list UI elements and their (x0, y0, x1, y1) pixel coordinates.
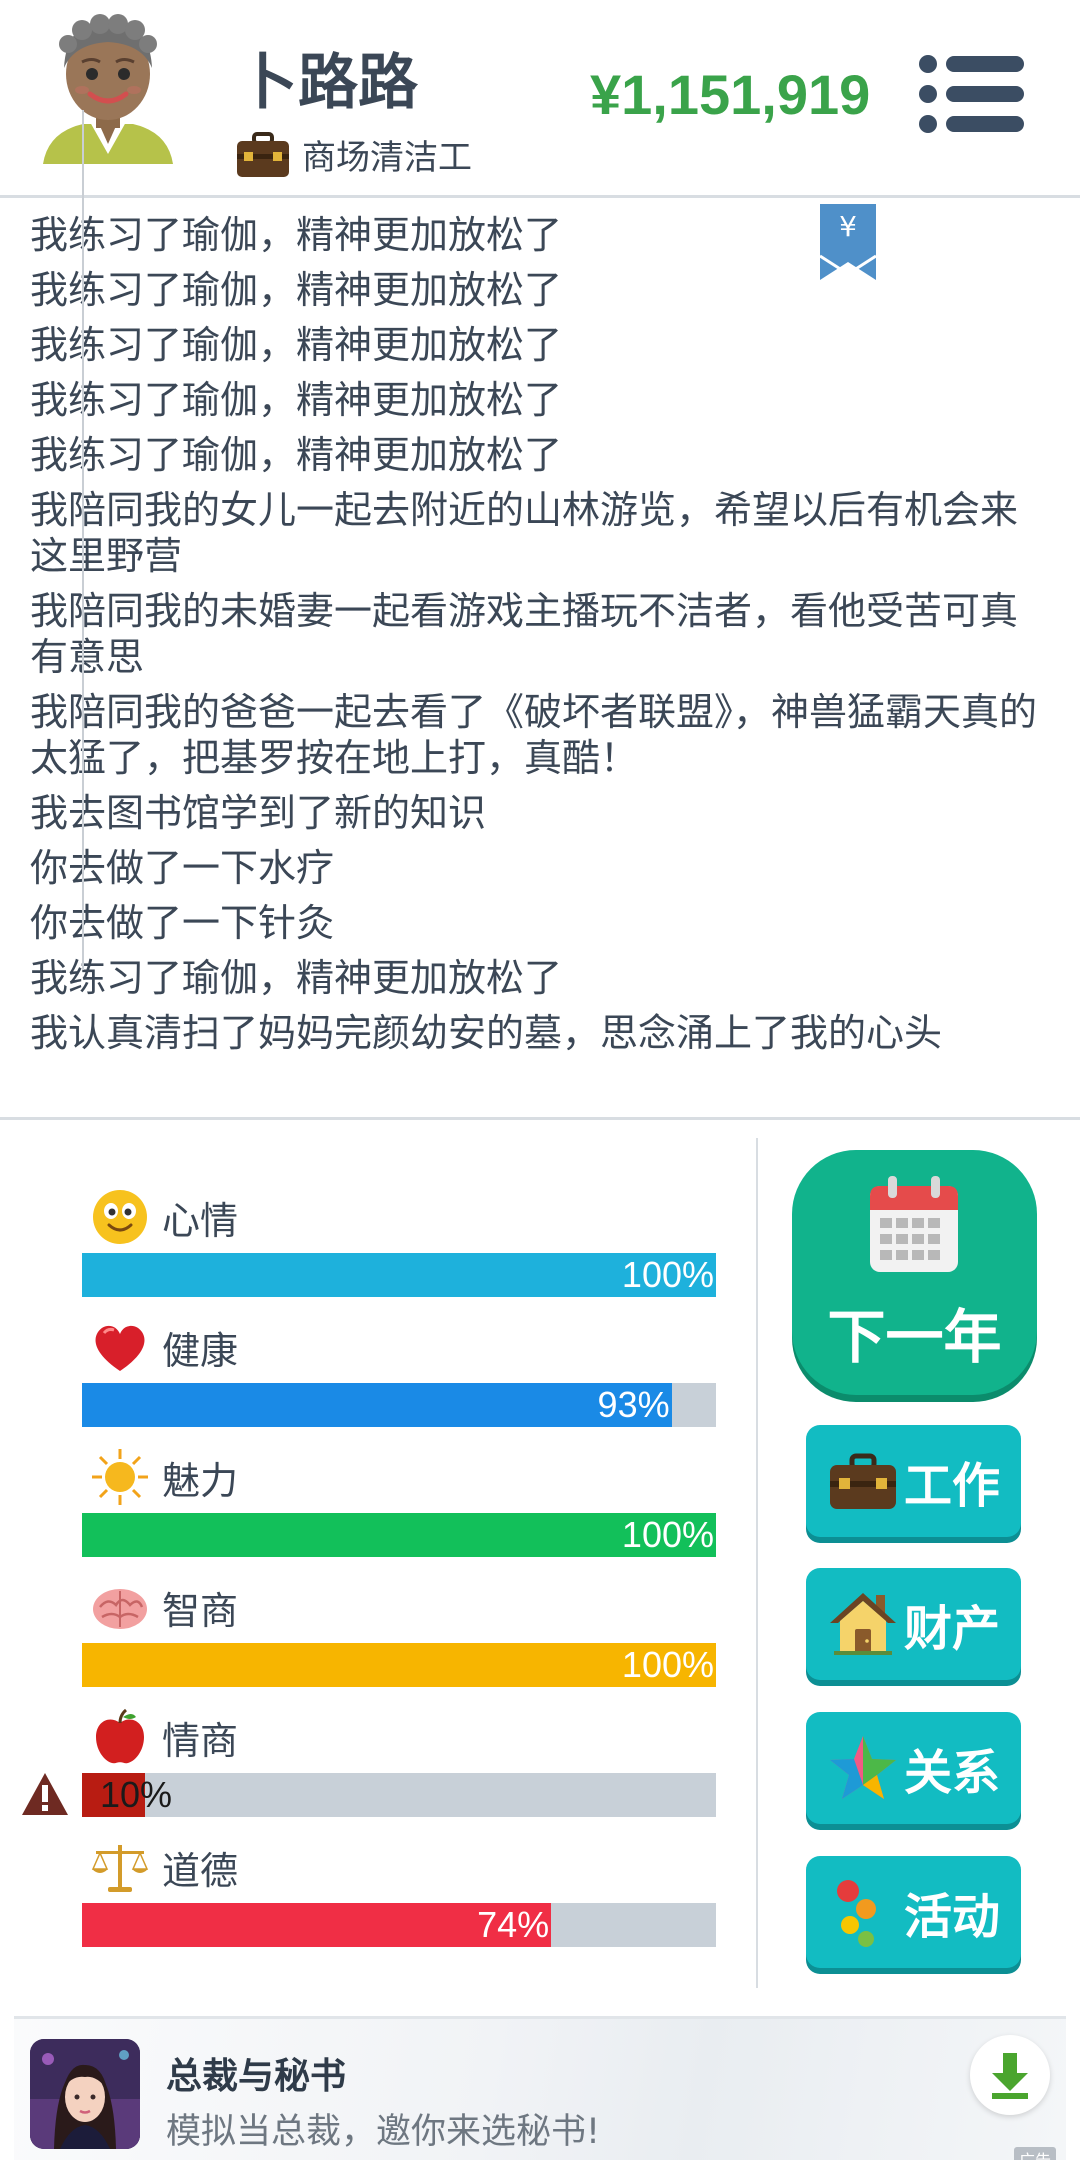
log-entry: 我练习了瑜伽，精神更加放松了 (30, 213, 563, 257)
ad-thumbnail (30, 2039, 140, 2149)
apple-icon (96, 1708, 144, 1764)
property-label: 财产 (904, 1601, 1001, 1657)
log-list: 我练习了瑜伽，精神更加放松了 我练习了瑜伽，精神更加放松了 我练习了瑜伽，精神更加放… (30, 212, 1040, 1065)
activities-button[interactable]: 活动 (806, 1856, 1021, 1968)
avatar-icon[interactable] (38, 14, 178, 174)
activities-label: 活动 (904, 1889, 1001, 1945)
briefcase-icon (237, 131, 289, 177)
stat-header: 心情 (90, 1185, 716, 1249)
player-name: 卜路路 (238, 48, 418, 118)
job-info: 商场清洁工 (236, 130, 472, 179)
stat-bar-fill: 100% (82, 1513, 716, 1557)
house-icon (830, 1593, 896, 1655)
stat-header: 情商 (90, 1705, 716, 1769)
stat-label: 魅力 (162, 1458, 239, 1503)
stat-value: 93% (597, 1384, 670, 1425)
ad-tag: 广告 (1014, 2147, 1057, 2160)
smiley-icon (93, 1190, 147, 1244)
stat-2: 魅力 100% (82, 1445, 716, 1557)
next-year-label: 下一年 (827, 1303, 1002, 1371)
next-year-button[interactable]: 下一年 (792, 1150, 1037, 1395)
log-entry: 我认真清扫了妈妈完颜幼安的墓，思念涌上了我的心头 (30, 1011, 943, 1055)
stat-header: 道德 (90, 1835, 716, 1899)
stat-label: 智商 (162, 1588, 239, 1633)
work-button[interactable]: 工作 (806, 1425, 1021, 1537)
stat-bar: 100% (82, 1643, 716, 1687)
ad-subtitle: 模拟当总裁，邀你来选秘书! (166, 2112, 601, 2152)
log-entry: 你去做了一下针灸 (30, 901, 335, 945)
stat-bar: 100% (82, 1253, 716, 1297)
ad-title: 总裁与秘书 (166, 2056, 347, 2097)
stat-bar: 100% (82, 1513, 716, 1557)
brain-icon (93, 1589, 147, 1629)
stat-value: 100% (621, 1254, 714, 1295)
log-entry: 我陪同我的女儿一起去附近的山林游览，希望以后有机会来这里野营 (30, 488, 1019, 578)
briefcase-icon (830, 1453, 896, 1509)
stat-5: 道德 74% (82, 1835, 716, 1947)
sun-icon (92, 1449, 148, 1505)
header: 卜路路 商场清洁工 ¥1,151,919 (0, 0, 1080, 198)
money-display: ¥1,151,919 (590, 63, 871, 126)
stat-header: 魅力 (90, 1445, 716, 1509)
menu-icon[interactable] (918, 54, 1026, 134)
work-label: 工作 (904, 1458, 1001, 1514)
calendar-icon (870, 1176, 958, 1272)
star-icon (830, 1736, 896, 1799)
stat-label: 健康 (162, 1328, 239, 1373)
stat-value: 100% (621, 1644, 714, 1685)
warning-icon (22, 1773, 68, 1815)
download-icon[interactable] (970, 2035, 1050, 2115)
relations-button[interactable]: 关系 (806, 1712, 1021, 1824)
stat-bar-fill: 74% (82, 1903, 552, 1947)
stat-header: 智商 (90, 1575, 716, 1639)
stats-axis (82, 110, 84, 970)
stat-label: 心情 (162, 1198, 239, 1243)
log-entry: 我陪同我的未婚妻一起看游戏主播玩不洁者，看他受苦可真有意思 (30, 589, 1019, 679)
log-entry: 我练习了瑜伽，精神更加放松了 (30, 323, 563, 367)
stat-label: 情商 (162, 1718, 239, 1763)
scales-icon (91, 1845, 149, 1892)
stat-value: 100% (621, 1514, 714, 1555)
stat-bar-fill: 93% (82, 1383, 672, 1427)
log-entry: 我去图书馆学到了新的知识 (30, 791, 487, 835)
activity-dots-icon (837, 1880, 876, 1947)
stat-bar-fill: 10% (82, 1773, 172, 1817)
stat-bar: 74% (82, 1903, 716, 1947)
stat-4: 情商 10% (82, 1705, 716, 1817)
stat-value: 74% (477, 1904, 550, 1945)
panel-divider (756, 1138, 758, 1988)
event-log[interactable]: ¥ 我练习了瑜伽，精神更加放松了 我练习了瑜伽，精神更加放松了 我练习了瑜伽，精神更… (0, 200, 1080, 1120)
ad-banner[interactable]: 总裁与秘书 模拟当总裁，邀你来选秘书! 广告 (14, 2016, 1066, 2160)
log-entry: 我练习了瑜伽，精神更加放松了 (30, 378, 563, 422)
stat-value: 10% (100, 1774, 173, 1815)
property-button[interactable]: 财产 (806, 1568, 1021, 1680)
stat-bar: 93% (82, 1383, 716, 1427)
log-entry: 我练习了瑜伽，精神更加放松了 (30, 268, 563, 312)
log-entry: 我练习了瑜伽，精神更加放松了 (30, 433, 563, 477)
stat-3: 智商 100% (82, 1575, 716, 1687)
stat-0: 心情 100% (82, 1185, 716, 1297)
stat-header: 健康 (90, 1315, 716, 1379)
log-entry: 你去做了一下水疗 (30, 846, 335, 890)
stat-1: 健康 93% (82, 1315, 716, 1427)
stat-label: 道德 (162, 1848, 239, 1893)
heart-icon (95, 1325, 145, 1371)
stat-bar: 10% (82, 1773, 716, 1817)
stat-bar-fill: 100% (82, 1253, 716, 1297)
log-entry: 我陪同我的爸爸一起去看了《破坏者联盟》，神兽猛霸天真的太猛了，把基罗按在地上打，… (30, 690, 1038, 780)
job-label: 商场清洁工 (302, 138, 472, 178)
stat-bar-fill: 100% (82, 1643, 716, 1687)
log-entry: 我练习了瑜伽，精神更加放松了 (30, 956, 563, 1000)
relations-label: 关系 (904, 1745, 1001, 1801)
